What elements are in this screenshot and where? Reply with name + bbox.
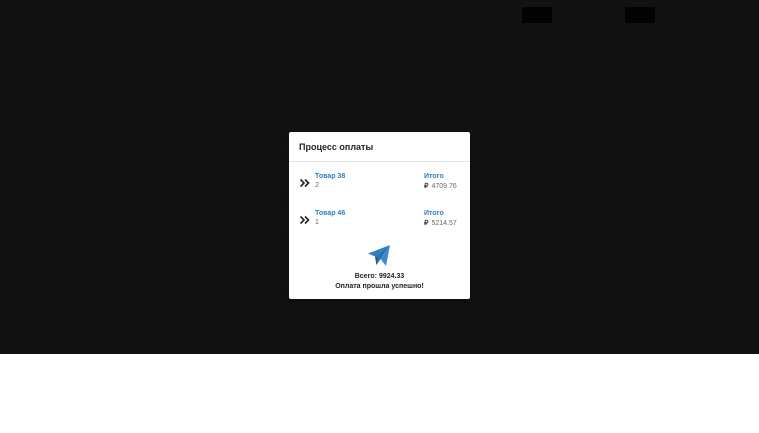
order-total: Всего: 9924.33 xyxy=(354,273,405,280)
item-total-amount: 5214.57 xyxy=(431,220,457,227)
payment-success-message: Оплата прошла успешно! xyxy=(335,283,424,290)
item-total-value: ₽5214.57 xyxy=(424,219,457,227)
chevron-double-right-icon xyxy=(299,215,310,225)
ruble-icon: ₽ xyxy=(424,220,429,227)
chevron-double-right-icon xyxy=(299,178,310,188)
paper-plane-icon xyxy=(368,245,390,266)
item-total-label: Итого xyxy=(424,173,444,180)
item-quantity: 1 xyxy=(315,219,319,226)
payment-process-modal: Процесс оплаты Товар 38 2 Итого ₽4709.76… xyxy=(289,132,470,299)
item-name: Товар 38 xyxy=(315,173,346,180)
order-item: Товар 46 1 Итого ₽5214.57 xyxy=(289,210,470,238)
item-total-label: Итого xyxy=(424,210,444,217)
item-total-amount: 4709.76 xyxy=(431,183,457,190)
item-total-value: ₽4709.76 xyxy=(424,182,457,190)
order-item: Товар 38 2 Итого ₽4709.76 xyxy=(289,173,470,201)
ruble-icon: ₽ xyxy=(424,183,429,190)
item-name: Товар 46 xyxy=(315,210,346,217)
item-quantity: 2 xyxy=(315,182,319,189)
modal-title: Процесс оплаты xyxy=(299,142,374,152)
modal-divider xyxy=(289,161,470,162)
